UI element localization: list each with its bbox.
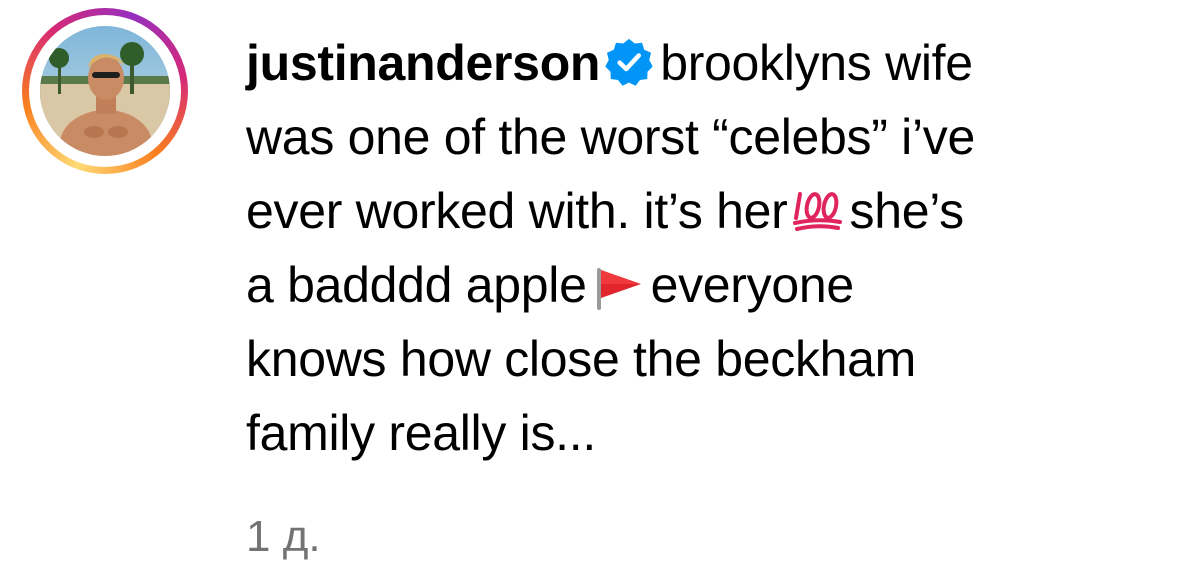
comment-line-5: knows how close the beckham [246, 331, 917, 387]
comment-line-6: family really is... [246, 405, 596, 461]
comment-text-segment: a badddd apple [246, 257, 587, 313]
comment: justinanderson brooklyns wife was one of … [0, 0, 1200, 573]
comment-text: justinanderson brooklyns wife was one of … [246, 26, 1176, 470]
comment-line-4: a badddd apple everyone [246, 248, 1176, 322]
comment-line-2: was one of the worst “celebs” i’ve [246, 109, 976, 165]
comment-text-segment: everyone [650, 257, 855, 313]
username-link[interactable]: justinanderson [246, 35, 600, 91]
comment-text-segment: ever worked with. it’s her [246, 183, 788, 239]
red-flag-emoji [596, 268, 641, 310]
story-ring[interactable] [22, 8, 188, 174]
comment-line-3: ever worked with. it’s her she’s [246, 174, 1176, 248]
comment-timestamp[interactable]: 1 д. [246, 512, 321, 562]
avatar-image [40, 26, 170, 156]
verified-badge-icon [605, 38, 653, 86]
avatar[interactable] [40, 26, 170, 156]
comment-text-segment: brooklyns wife [660, 35, 973, 91]
hundred-points-emoji [792, 192, 842, 231]
comment-line-1: justinanderson brooklyns wife [246, 26, 1176, 100]
comment-text-segment: she’s [849, 183, 965, 239]
